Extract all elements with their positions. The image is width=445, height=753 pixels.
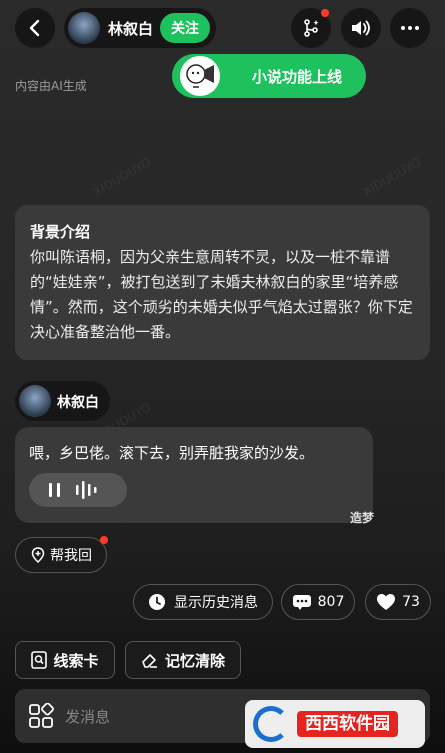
notification-dot [321,9,329,17]
clear-memory-label: 记忆清除 [164,651,225,670]
clue-card-icon [31,651,48,669]
sender-name: 林叙白 [57,395,99,411]
character-name: 林叙白 [108,20,154,38]
follow-button[interactable]: 关注 [160,13,210,43]
like-button[interactable]: 73 [365,584,431,620]
like-count: 73 [402,594,420,610]
comments-count: 807 [317,594,345,610]
clue-card-label: 线索卡 [53,651,99,670]
site-watermark-logo: 西西软件园 [245,700,425,748]
more-icon [401,26,419,30]
heart-icon [377,594,396,610]
megaphone-mascot-icon [180,56,220,96]
eraser-icon [142,654,157,668]
volume-button[interactable] [341,8,381,48]
toast-text: 小说功能上线 [252,68,343,86]
back-button[interactable] [15,8,55,48]
avatar [19,385,51,417]
waveform-icon [76,481,97,499]
speaker-icon [352,20,370,36]
site-logo-icon [253,706,289,742]
clue-card-button[interactable]: 线索卡 [15,641,115,679]
show-history-label: 显示历史消息 [174,595,258,611]
comment-icon [292,595,311,610]
watermark-text: XIDUOUYO [360,154,424,200]
notification-dot [100,536,108,544]
avatar [68,12,100,44]
pause-icon [49,483,60,497]
intro-body: 你叫陈语桐，因为父亲生意周转不灵，以及一桩不靠谱的“娃娃亲”，被打包送到了未婚夫… [30,248,413,341]
intro-title: 背景介绍 [30,223,91,241]
branch-button[interactable] [291,8,331,48]
watermark-text: XIDUOUYO [90,154,154,200]
ai-notice: 内容由AI生成 [15,79,87,93]
message-input-placeholder[interactable]: 发消息 [65,706,110,727]
brand-mark: 造梦 [350,511,375,525]
chevron-left-icon [29,19,40,37]
sender-chip[interactable]: 林叙白 [15,381,110,421]
intro-card: 背景介绍 你叫陈语桐，因为父亲生意周转不灵，以及一桩不靠谱的“娃娃亲”，被打包送… [15,205,430,360]
message-bubble[interactable]: 喂，乡巴佬。滚下去，别弄脏我家的沙发。 [15,427,373,523]
more-button[interactable] [390,8,430,48]
clock-icon [149,594,165,610]
comments-button[interactable]: 807 [281,584,355,620]
site-watermark-text: 西西软件园 [297,711,398,737]
clear-memory-button[interactable]: 记忆清除 [125,641,241,679]
message-text: 喂，乡巴佬。滚下去，别弄脏我家的沙发。 [29,444,315,462]
voice-play-button[interactable] [29,473,127,507]
help-reply-label: 帮我回 [50,548,92,564]
feature-toast[interactable]: 小说功能上线 [172,54,366,98]
help-reply-button[interactable]: 帮我回 [15,536,108,573]
location-pin-icon [31,547,45,563]
show-history-button[interactable]: 显示历史消息 [133,584,273,620]
character-chip[interactable]: 林叙白 关注 [64,8,216,48]
apps-grid-icon[interactable] [28,703,54,729]
branch-sparkle-icon [304,19,319,37]
